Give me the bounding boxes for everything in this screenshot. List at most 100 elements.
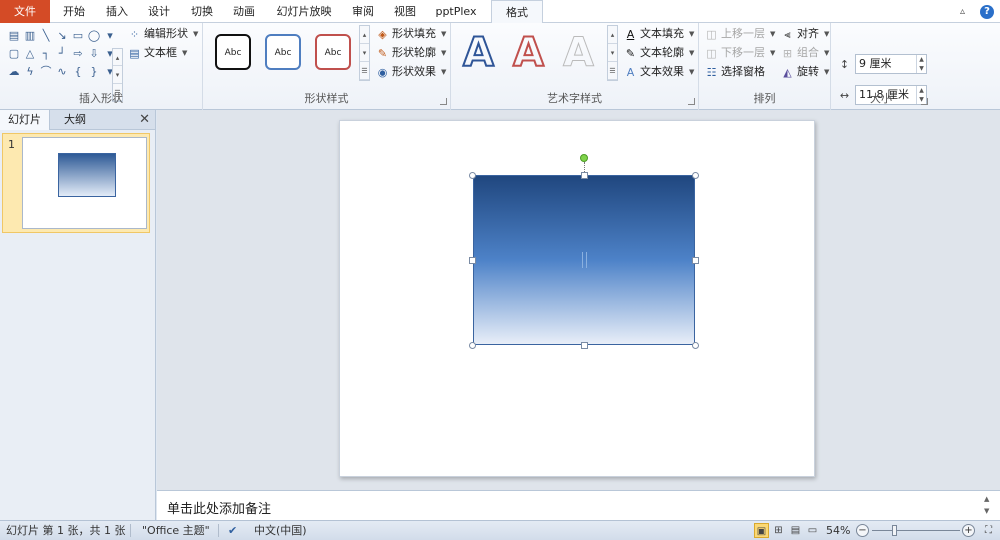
resize-handle-left[interactable] <box>469 257 476 264</box>
rounded-rect-shape-icon[interactable]: ▢ <box>6 45 22 63</box>
minimize-ribbon-icon[interactable]: ▵ <box>960 6 970 17</box>
tab-design[interactable]: 设计 <box>142 0 176 23</box>
status-theme[interactable]: "Office 主题" <box>142 521 210 540</box>
text-cursor-icon <box>582 252 587 268</box>
tab-slides[interactable]: 幻灯片 <box>0 110 50 130</box>
elbow-arrow-shape-icon[interactable]: ┘ <box>54 45 70 63</box>
send-backward-button[interactable]: ◫ 下移一层 ▼ <box>705 44 775 62</box>
zoom-level[interactable]: 54% <box>826 521 850 540</box>
tab-review[interactable]: 审阅 <box>346 0 380 23</box>
right-arrow-shape-icon[interactable]: ⇨ <box>70 45 86 63</box>
shape-style-black[interactable]: Abc <box>215 34 251 70</box>
notes-placeholder[interactable]: 单击此处添加备注 <box>167 498 271 517</box>
selection-pane-label: 选择窗格 <box>721 65 765 78</box>
tab-animations[interactable]: 动画 <box>227 0 261 23</box>
resize-handle-top-left[interactable] <box>469 172 476 179</box>
reading-view-icon[interactable]: ▤ <box>788 523 803 538</box>
wordart-styles-scroll[interactable]: ▴ ▾ ☰ <box>607 25 618 81</box>
resize-handle-bottom[interactable] <box>581 342 588 349</box>
zoom-slider-thumb[interactable] <box>892 525 897 536</box>
align-button[interactable]: ⫷ 对齐 ▼ <box>781 25 829 43</box>
edit-shape-button[interactable]: ⁘ 编辑形状 ▼ <box>128 25 199 43</box>
text-outline-button[interactable]: ✎ 文本轮廓 ▼ <box>624 44 695 62</box>
slide-number: 1 <box>8 138 15 151</box>
tab-transitions[interactable]: 切换 <box>185 0 219 23</box>
shape-style-blue[interactable]: Abc <box>265 34 301 70</box>
shape-styles-scroll[interactable]: ▴ ▾ ☰ <box>359 25 370 81</box>
curve-shape-icon[interactable]: ∿ <box>54 63 70 81</box>
normal-view-icon[interactable]: ▣ <box>754 523 769 538</box>
line-shape-icon[interactable]: ╲ <box>38 27 54 45</box>
tab-slideshow[interactable]: 幻灯片放映 <box>270 0 338 23</box>
tab-home[interactable]: 开始 <box>57 0 91 23</box>
shape-style-red[interactable]: Abc <box>315 34 351 70</box>
wordart-styles-launcher-icon[interactable] <box>688 98 695 105</box>
resize-handle-right[interactable] <box>692 257 699 264</box>
notes-pane[interactable]: 单击此处添加备注 ▲ ▼ <box>157 490 1000 520</box>
zoom-in-icon[interactable]: + <box>962 524 975 537</box>
lightning-shape-icon[interactable]: ϟ <box>22 63 38 81</box>
elbow-connector-shape-icon[interactable]: ┐ <box>38 45 54 63</box>
slide-sorter-view-icon[interactable]: ⊞ <box>771 523 786 538</box>
zoom-out-icon[interactable]: − <box>856 524 869 537</box>
tab-outline[interactable]: 大纲 <box>50 110 100 130</box>
wordart-style-red[interactable]: A <box>512 30 545 76</box>
align-icon: ⫷ <box>784 27 791 41</box>
left-brace-shape-icon[interactable]: { <box>70 63 86 81</box>
size-launcher-icon[interactable] <box>921 98 928 105</box>
help-icon[interactable]: ? <box>980 4 994 19</box>
group-label: 组合 <box>797 46 819 59</box>
arrow-line-shape-icon[interactable]: ↘ <box>54 27 70 45</box>
cloud-shape-icon[interactable]: ☁ <box>6 63 22 81</box>
shape-styles-launcher-icon[interactable] <box>440 98 447 105</box>
ribbon: ▤ ▥ ╲ ↘ ▭ ◯ ▾ ▢ △ ┐ ┘ ⇨ ⇩ ▾ ☁ ϟ ⌒ ∿ { } … <box>0 23 1000 110</box>
resize-handle-top-right[interactable] <box>692 172 699 179</box>
triangle-shape-icon[interactable]: △ <box>22 45 38 63</box>
status-language[interactable]: 中文(中国) <box>254 521 307 540</box>
resize-handle-bottom-left[interactable] <box>469 342 476 349</box>
notes-scrollbar[interactable]: ▲ ▼ <box>984 493 994 517</box>
shape-fill-button[interactable]: ◈ 形状填充 ▼ <box>376 25 446 43</box>
text-box-button[interactable]: ▤ 文本框 ▼ <box>128 44 187 62</box>
arc-shape-icon[interactable]: ⌒ <box>38 63 54 81</box>
fit-to-window-icon[interactable]: ⛶ <box>981 523 996 538</box>
thumbnail-gradient-shape <box>58 153 116 197</box>
wordart-style-blue[interactable]: A <box>462 30 495 76</box>
shape-effects-button[interactable]: ◉ 形状效果 ▼ <box>376 63 447 81</box>
tab-pptplex[interactable]: pptPlex <box>428 0 484 23</box>
more-shape-icon[interactable]: ▾ <box>102 27 118 45</box>
bring-forward-button[interactable]: ◫ 上移一层 ▼ <box>705 25 775 43</box>
chevron-down-icon: ▼ <box>824 49 830 57</box>
resize-handle-top[interactable] <box>581 172 588 179</box>
wordart-style-gray[interactable]: A <box>563 31 595 76</box>
group-button[interactable]: ⊞ 组合 ▼ <box>781 44 830 62</box>
right-brace-shape-icon[interactable]: } <box>86 63 102 81</box>
rectangle-shape-icon[interactable]: ▭ <box>70 27 86 45</box>
selection-pane-button[interactable]: ☷ 选择窗格 <box>705 63 765 81</box>
tab-view[interactable]: 视图 <box>388 0 422 23</box>
vertical-textbox-shape-icon[interactable]: ▥ <box>22 27 38 45</box>
selected-gradient-rectangle[interactable] <box>473 175 695 345</box>
slide-thumbnail-item[interactable]: 1 <box>2 133 150 233</box>
zoom-slider-track[interactable] <box>872 530 960 531</box>
text-fill-button[interactable]: A 文本填充 ▼ <box>624 25 695 43</box>
close-icon[interactable]: ✕ <box>139 112 150 127</box>
tab-insert[interactable]: 插入 <box>100 0 134 23</box>
tab-format[interactable]: 格式 <box>491 0 543 24</box>
rotate-button[interactable]: ◭ 旋转 ▼ <box>781 63 829 81</box>
resize-handle-bottom-right[interactable] <box>692 342 699 349</box>
text-effects-button[interactable]: A 文本效果 ▼ <box>624 63 695 81</box>
slideshow-view-icon[interactable]: ▭ <box>805 523 820 538</box>
spell-check-icon[interactable]: ✔ <box>228 521 237 540</box>
tab-file[interactable]: 文件 <box>0 0 50 23</box>
slide-canvas[interactable] <box>339 120 815 477</box>
oval-shape-icon[interactable]: ◯ <box>86 27 102 45</box>
slide-thumbnail[interactable] <box>22 137 147 229</box>
shape-outline-button[interactable]: ✎ 形状轮廓 ▼ <box>376 44 447 62</box>
rotation-handle[interactable] <box>580 154 588 162</box>
chevron-down-icon: ▼ <box>770 30 776 38</box>
textbox-shape-icon[interactable]: ▤ <box>6 27 22 45</box>
rotation-line <box>584 162 585 172</box>
down-arrow-shape-icon[interactable]: ⇩ <box>86 45 102 63</box>
tabbar-right-controls: ▵ ? <box>960 3 994 20</box>
